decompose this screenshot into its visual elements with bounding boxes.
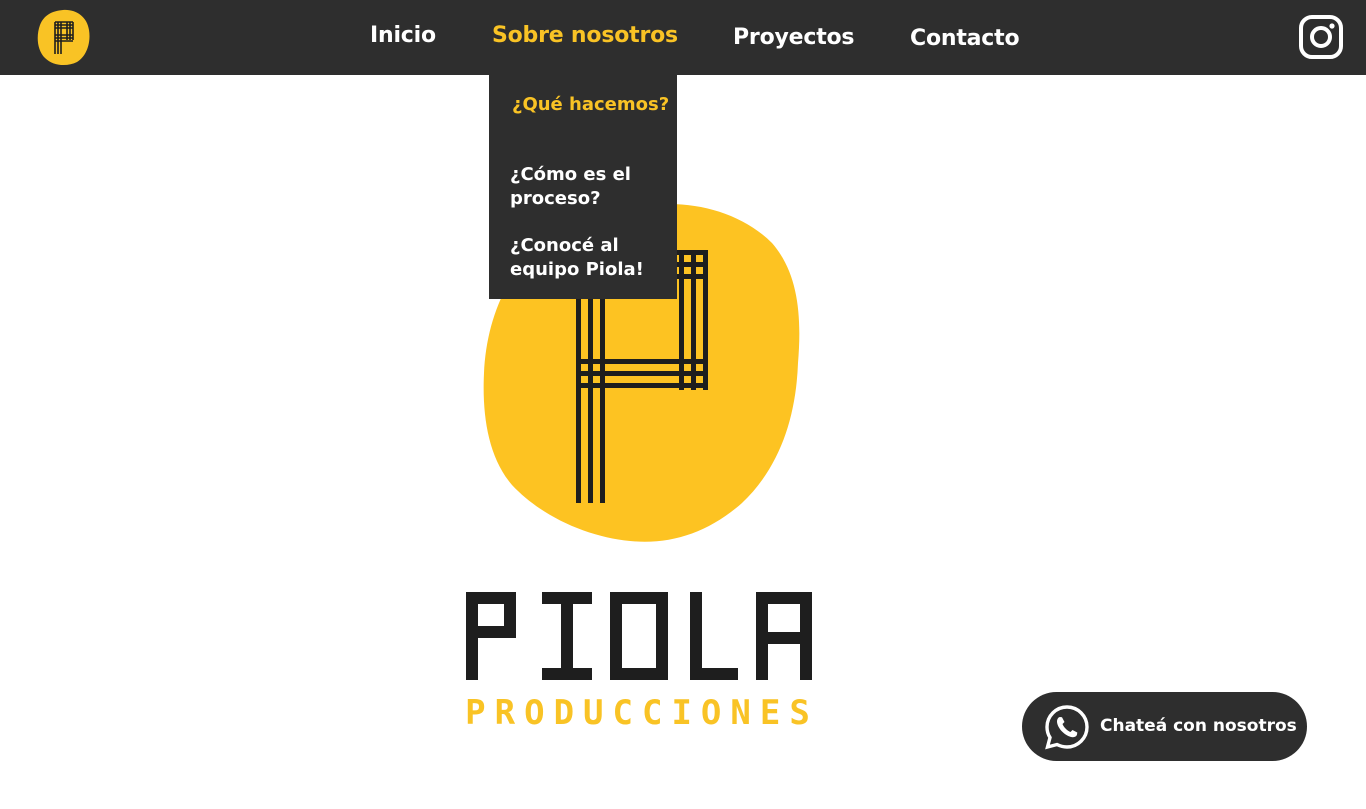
about-dropdown-menu: ¿Qué hacemos? ¿Cómo es el proceso? ¿Cono… [489,75,677,299]
dropdown-item-equipo[interactable]: ¿Conocé al equipo Piola! [510,234,670,282]
nav-link-sobre-nosotros[interactable]: Sobre nosotros [492,23,678,48]
dropdown-item-que-hacemos[interactable]: ¿Qué hacemos? [512,93,672,117]
brand-sub-text: PRODUCCIONES [465,693,819,732]
top-nav-bar: Inicio Sobre nosotros Proyectos Contacto [0,0,1366,75]
nav-link-inicio[interactable]: Inicio [370,23,436,48]
nav-link-contacto[interactable]: Contacto [910,26,1020,51]
whatsapp-icon [1045,705,1089,750]
piola-wordmark: PRODUCCIONES [462,586,824,733]
piola-p-logo-icon [37,9,90,66]
instagram-icon [1299,15,1343,59]
dropdown-item-proceso[interactable]: ¿Cómo es el proceso? [510,163,670,211]
nav-link-proyectos[interactable]: Proyectos [733,25,855,50]
home-logo-link[interactable] [35,8,91,66]
whatsapp-chat-label: Chateá con nosotros [1100,716,1297,736]
instagram-link[interactable] [1298,14,1344,60]
piola-producciones-logo: PRODUCCIONES [465,592,819,733]
whatsapp-chat-button[interactable]: Chateá con nosotros [1022,692,1307,761]
